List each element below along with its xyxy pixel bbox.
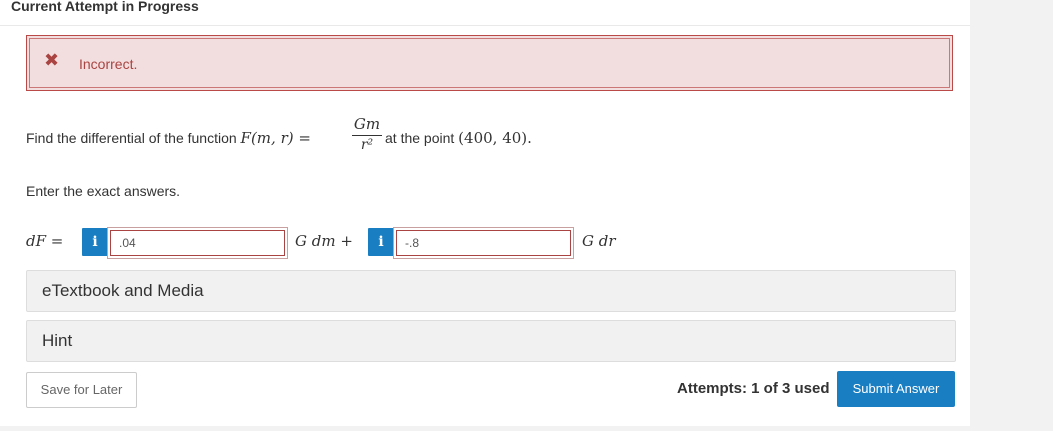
dr-term: G dr	[582, 232, 616, 250]
etextbook-label: eTextbook and Media	[42, 281, 204, 300]
submit-answer-button[interactable]: Submit Answer	[837, 371, 955, 407]
question-text: Find the differential of the function F(…	[26, 129, 311, 147]
function-lhs: F(m, r) =	[240, 129, 311, 147]
instructions-text: Enter the exact answers.	[26, 183, 181, 199]
etextbook-accordion[interactable]: eTextbook and Media	[26, 270, 956, 312]
question-point: (400, 40).	[458, 129, 532, 147]
answer-input-2[interactable]	[397, 231, 570, 255]
answer-input-1[interactable]	[111, 231, 284, 255]
info-icon[interactable]: i	[368, 228, 394, 256]
fraction-bar	[352, 135, 382, 136]
answer-field-1[interactable]	[110, 230, 285, 256]
dm-term: G dm +	[295, 232, 353, 250]
function-fraction: Gm r²	[352, 114, 382, 153]
info-icon[interactable]: i	[82, 228, 108, 256]
close-x-icon: ✖	[44, 50, 60, 70]
answer-field-2[interactable]	[396, 230, 571, 256]
question-panel: Current Attempt in Progress ✖ Incorrect.…	[0, 0, 970, 426]
hint-accordion[interactable]: Hint	[26, 320, 956, 362]
fraction-denominator: r²	[360, 137, 374, 153]
save-for-later-button[interactable]: Save for Later	[26, 372, 137, 408]
attempts-counter: Attempts: 1 of 3 used	[677, 380, 830, 397]
df-label: dF =	[26, 232, 64, 250]
alert-message: Incorrect.	[79, 56, 138, 72]
question-prefix: Find the differential of the function	[26, 130, 237, 146]
question-suffix: at the point	[385, 130, 455, 146]
header-divider	[0, 25, 970, 26]
fraction-numerator: Gm	[353, 115, 381, 133]
hint-label: Hint	[42, 331, 73, 350]
question-suffix-group: at the point (400, 40).	[385, 129, 532, 147]
incorrect-alert: ✖ Incorrect.	[26, 35, 953, 91]
page-title: Current Attempt in Progress	[11, 0, 199, 14]
